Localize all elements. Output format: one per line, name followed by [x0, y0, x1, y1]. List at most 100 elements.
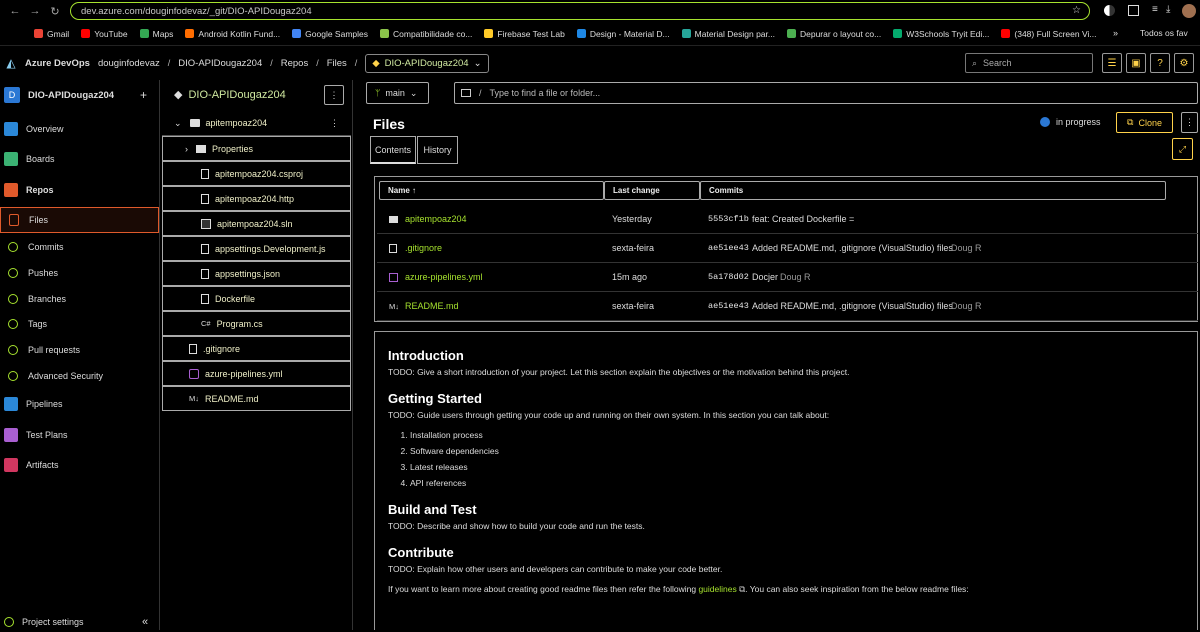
more-actions-icon[interactable]: ⋮ [1181, 112, 1198, 133]
address-bar[interactable]: dev.azure.com/douginfodevaz/_git/DIO-API… [70, 2, 1090, 20]
breadcrumb-org[interactable]: douginfodevaz [98, 58, 160, 69]
table-row[interactable]: apitempoaz204 Yesterday 5553cf1b feat: Crea… [377, 205, 1198, 234]
file-name-link[interactable]: .gitignore [405, 243, 442, 253]
file-name-link[interactable]: apitempoaz204 [405, 214, 467, 224]
tab-history[interactable]: History [417, 136, 458, 164]
sidebar-item-pull-requests[interactable]: Pull requests [0, 337, 160, 363]
more-bookmarks-icon[interactable]: » [1113, 28, 1118, 38]
extension-icon[interactable] [1104, 5, 1115, 16]
more-options-icon[interactable]: ⋮ [330, 118, 339, 129]
tree-more-options-icon[interactable]: ⋮ [324, 85, 344, 105]
breadcrumb-repos[interactable]: Repos [281, 58, 308, 69]
tree-item[interactable]: apitempoaz204.sln [162, 211, 351, 236]
sidebar-item-pushes[interactable]: Pushes [0, 260, 160, 286]
sidebar-item-test-plans[interactable]: Test Plans [0, 422, 160, 448]
breadcrumb-project[interactable]: DIO-APIDougaz204 [178, 58, 262, 69]
extensions-puzzle-icon[interactable] [1128, 5, 1139, 16]
bookmark-item[interactable]: Firebase Test Lab [484, 29, 565, 39]
file-name-link[interactable]: azure-pipelines.yml [405, 272, 483, 282]
commit-author: Doug R [780, 272, 811, 282]
table-row[interactable]: azure-pipelines.yml 15m ago 5a178d02 Docjer… [377, 263, 1198, 292]
bookmark-favicon-icon [576, 29, 586, 38]
sidebar-item-pipelines[interactable]: Pipelines [0, 391, 160, 417]
commit-hash[interactable]: ae51ee43 [708, 301, 749, 311]
breadcrumb-files[interactable]: Files [327, 58, 347, 69]
bookmark-item[interactable]: Depurar o layout co... [786, 29, 881, 39]
pipeline-status[interactable]: in progress [1040, 117, 1101, 127]
commit-hash[interactable]: 5553cf1b [708, 214, 749, 224]
tree-item[interactable]: apitempoaz204.http [162, 186, 351, 211]
sidebar-item-commits[interactable]: Commits [0, 234, 160, 260]
sidebar-item-boards[interactable]: Boards [0, 146, 160, 172]
sidebar-item-tags[interactable]: Tags [0, 311, 160, 337]
guidelines-link[interactable]: guidelines [698, 584, 736, 594]
column-commits[interactable]: Commits [700, 181, 1166, 200]
star-icon[interactable]: ☆ [1072, 5, 1081, 16]
search-input[interactable]: ⌕ Search [965, 53, 1093, 73]
profile-avatar[interactable] [1182, 4, 1196, 18]
bookmark-item[interactable]: Material Design par... [681, 29, 775, 39]
azure-devops-logo-icon[interactable]: ◭ [4, 56, 18, 70]
folder-icon [196, 144, 206, 153]
back-icon[interactable]: ← [8, 4, 22, 18]
bookmark-item[interactable]: YouTube [81, 29, 128, 39]
tab-contents[interactable]: Contents [370, 136, 416, 164]
tree-item[interactable]: appsettings.Development.js [162, 236, 351, 261]
task-list-icon[interactable]: ☰ [1102, 53, 1122, 73]
project-avatar: D [4, 87, 20, 103]
clone-button[interactable]: ⧉ Clone [1116, 112, 1173, 133]
readme-build-text: TODO: Describe and show how to build you… [388, 521, 645, 531]
repo-picker[interactable]: ◆ DIO-APIDougaz204 ⌄ [365, 53, 489, 73]
playlist-icon[interactable]: ≡ [1152, 4, 1158, 15]
project-switcher[interactable]: D DIO-APIDougaz204 + [0, 82, 160, 108]
tree-item[interactable]: C# Program.cs [162, 311, 351, 336]
table-row[interactable]: M↓ README.md sexta-feira ae51ee43 Added READ… [377, 292, 1198, 321]
file-name-link[interactable]: README.md [405, 301, 459, 311]
sidebar-item-artifacts[interactable]: Artifacts [0, 452, 160, 478]
bookmark-item[interactable]: (348) Full Screen Vi... [1001, 29, 1096, 39]
collapse-nav-icon[interactable]: « [142, 616, 148, 628]
all-bookmarks[interactable]: Todos os fav [1140, 28, 1188, 38]
sidebar-item-repos[interactable]: Repos [0, 177, 160, 203]
bookmark-item[interactable]: Android Kotlin Fund... [185, 29, 280, 39]
bookmark-item[interactable]: Design - Material D... [576, 29, 670, 39]
tree-repo-title[interactable]: ◆ DIO-APIDougaz204 [174, 88, 286, 102]
reload-icon[interactable]: ↻ [48, 4, 62, 18]
brand-name[interactable]: Azure DevOps [25, 58, 90, 69]
help-icon[interactable]: ? [1150, 53, 1170, 73]
bookmark-item[interactable]: Google Samples [292, 29, 368, 39]
bookmark-favicon-icon [380, 29, 389, 38]
forward-icon[interactable]: → [28, 4, 42, 18]
bookmark-item[interactable]: Compatibilidade co... [380, 29, 472, 39]
tree-item[interactable]: azure-pipelines.yml [162, 361, 351, 386]
tree-item[interactable]: › Properties [162, 136, 351, 161]
path-search-input[interactable]: / Type to find a file or folder... [454, 82, 1198, 104]
sidebar-item-branches[interactable]: Branches [0, 286, 160, 312]
column-name[interactable]: Name ↑ [379, 181, 604, 200]
download-icon[interactable]: ⤓ [1166, 4, 1170, 15]
commit-hash[interactable]: ae51ee43 [708, 243, 749, 253]
sidebar-item-files[interactable]: Files [0, 207, 159, 233]
table-row[interactable]: .gitignore sexta-feira ae51ee43 Added READM… [377, 234, 1198, 263]
sidebar-item-overview[interactable]: Overview [0, 116, 160, 142]
user-settings-icon[interactable]: ⚙ [1174, 53, 1194, 73]
column-last-change[interactable]: Last change [604, 181, 700, 200]
marketplace-bag-icon[interactable]: ▣ [1126, 53, 1146, 73]
commit-message: Docjer [752, 272, 779, 282]
tree-item[interactable]: .gitignore [162, 336, 351, 361]
tree-item[interactable]: Dockerfile [162, 286, 351, 311]
tree-item[interactable]: appsettings.json [162, 261, 351, 286]
repo-name: DIO-APIDougaz204 [384, 57, 469, 69]
fullscreen-icon[interactable]: ⤢ [1172, 138, 1193, 160]
sidebar-item-advanced-security[interactable]: Advanced Security [0, 363, 160, 389]
commit-hash[interactable]: 5a178d02 [708, 272, 749, 282]
tree-root-folder[interactable]: ⌄ apitempoaz204 ⋮ [162, 111, 351, 136]
tree-item[interactable]: apitempoaz204.csproj [162, 161, 351, 186]
project-settings[interactable]: Project settings « [0, 612, 160, 632]
add-icon[interactable]: + [140, 88, 147, 102]
tree-item[interactable]: M↓ README.md [162, 386, 351, 411]
branch-picker[interactable]: ᛘ main ⌄ [366, 82, 429, 104]
bookmark-item[interactable]: W3Schools Tryit Edi... [893, 29, 989, 39]
bookmark-item[interactable]: Maps [139, 29, 173, 39]
bookmark-item[interactable]: Gmail [34, 29, 69, 39]
